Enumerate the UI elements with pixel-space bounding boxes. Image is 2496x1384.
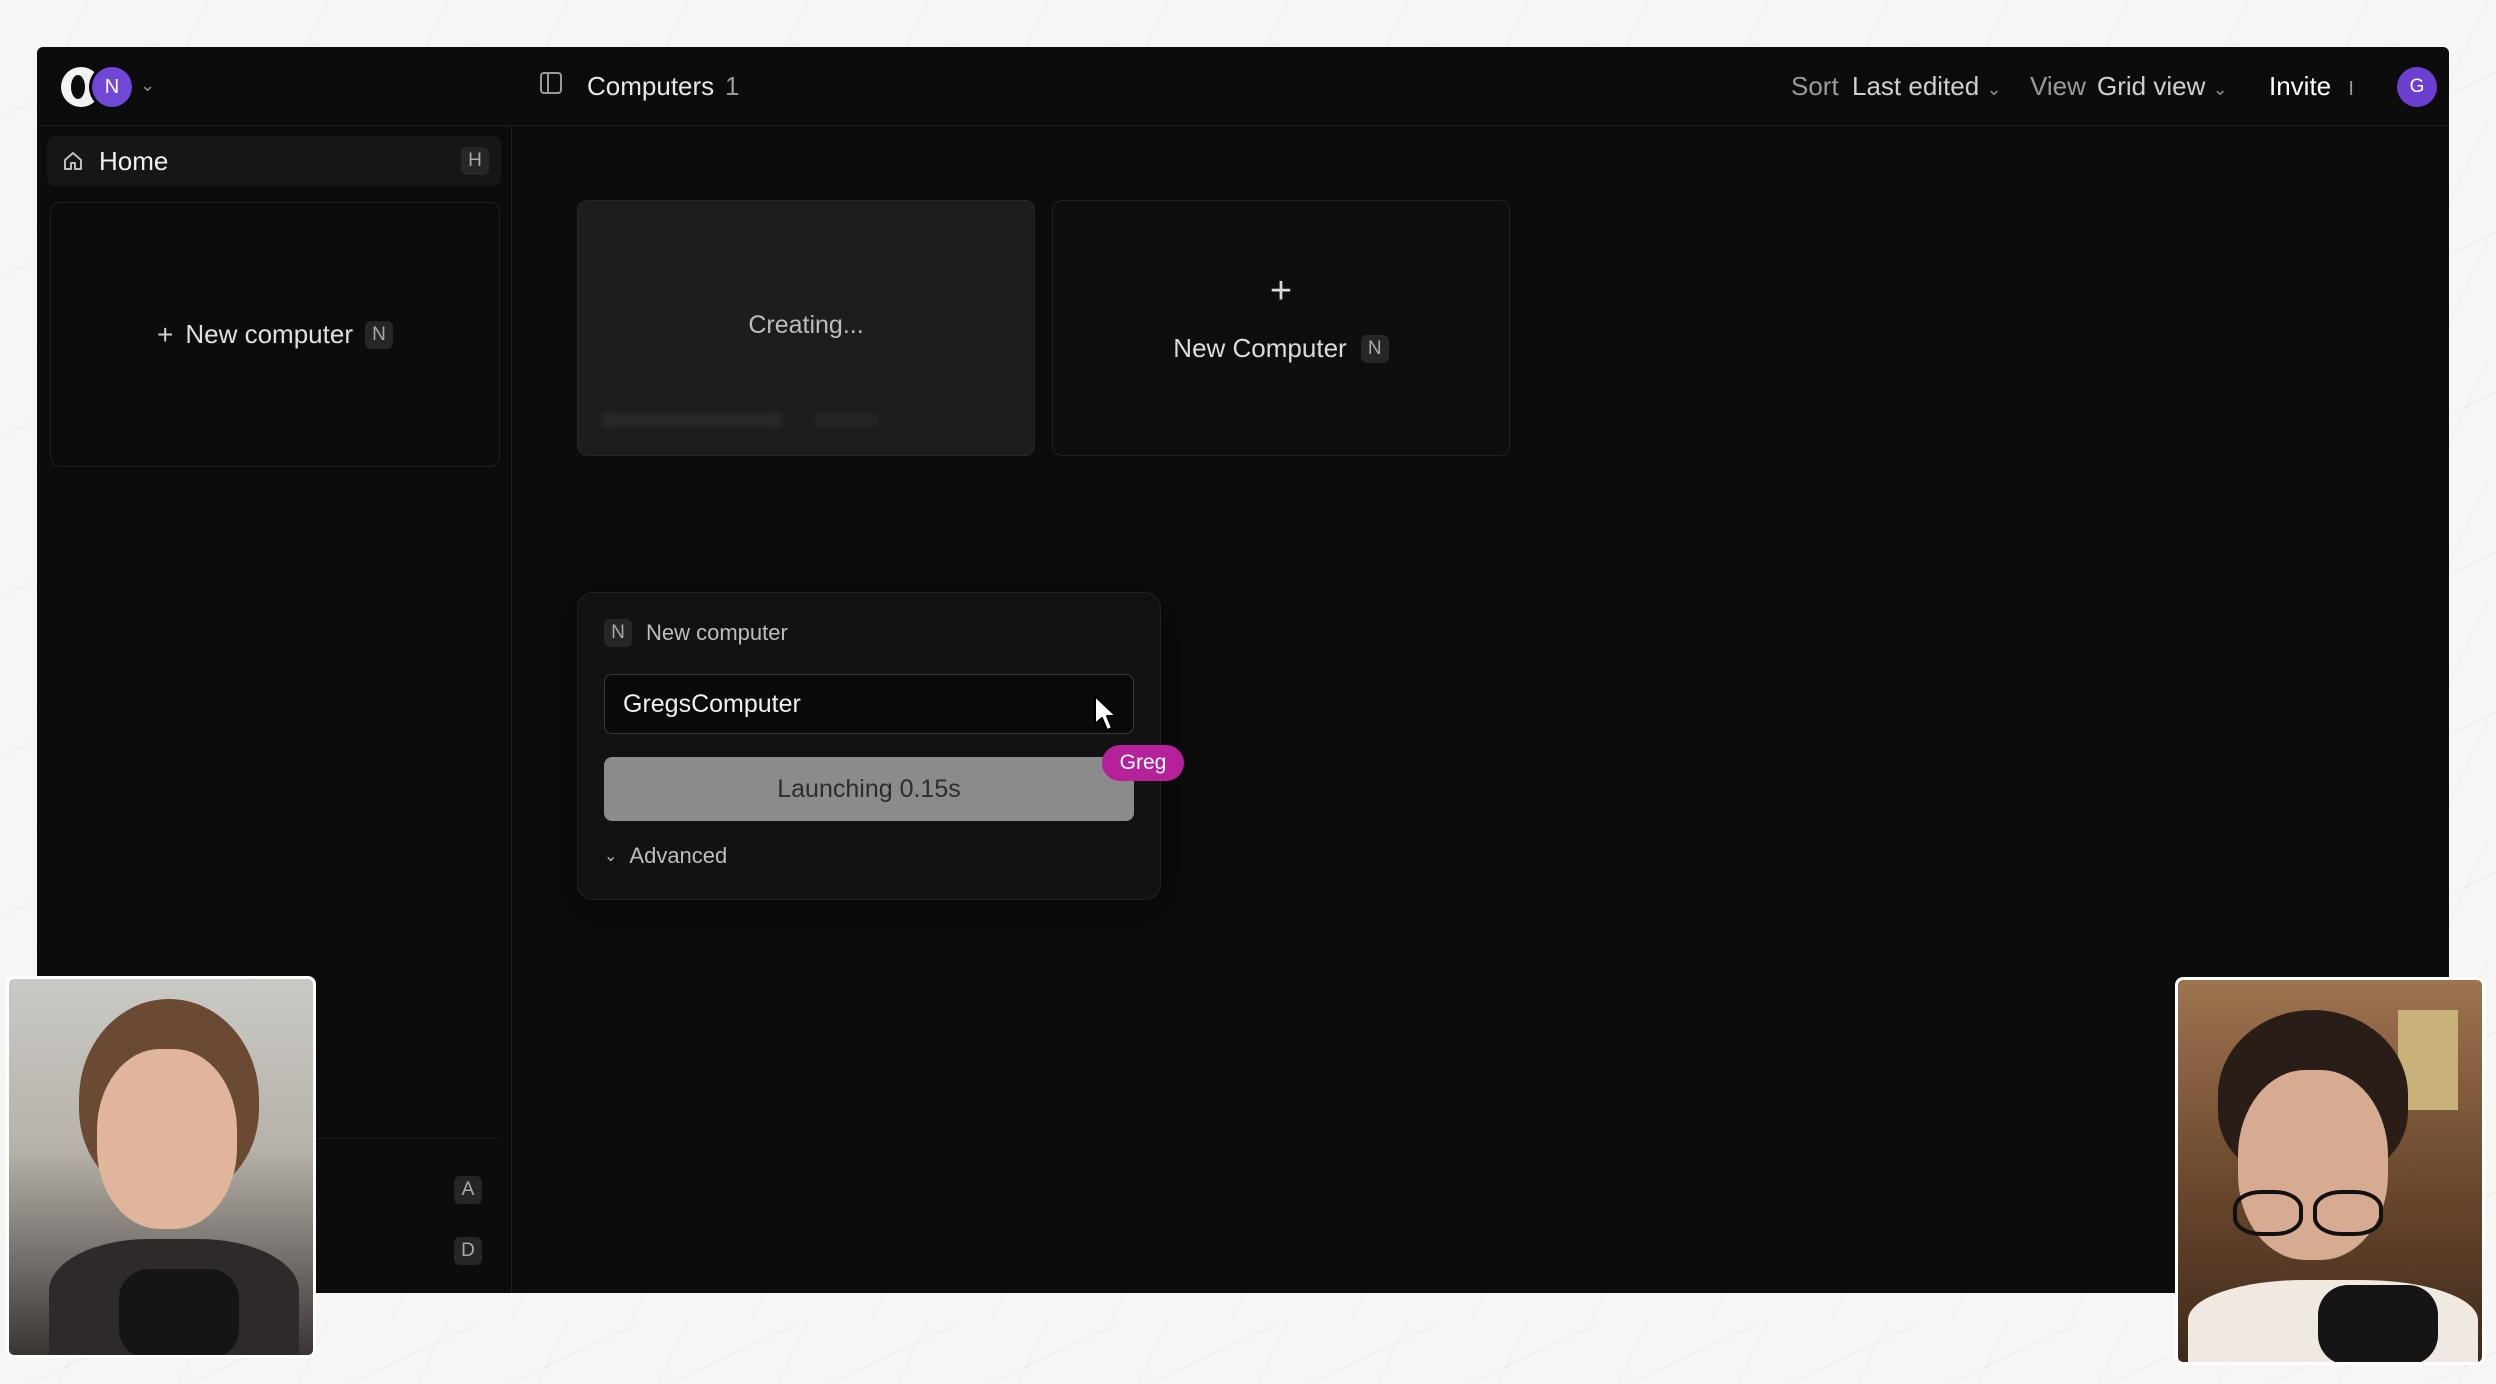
shortcut-badge: D: [454, 1237, 482, 1265]
glasses-icon: [2233, 1190, 2303, 1236]
computer-count: 1: [725, 71, 740, 101]
top-bar: N ⌄ Computers 1 Sort Last edited ⌄ View …: [37, 47, 2449, 126]
user-avatar[interactable]: G: [2397, 67, 2437, 107]
webcam-video-right: [2175, 977, 2485, 1365]
advanced-label: Advanced: [629, 843, 728, 868]
advanced-toggle[interactable]: ⌄ Advanced: [604, 843, 727, 869]
new-computer-button[interactable]: + New computer N: [50, 202, 500, 467]
person-face: [97, 1049, 237, 1229]
plus-icon: +: [1269, 270, 1293, 312]
dialog-title: New computer: [646, 620, 788, 645]
sidebar-toggle-icon[interactable]: [538, 70, 564, 96]
view-value: Grid view: [2097, 71, 2206, 101]
microphone-icon: [2318, 1285, 2438, 1362]
chevron-down-icon: ⌄: [604, 848, 618, 865]
sidebar-item-home[interactable]: Home H: [47, 136, 501, 186]
new-computer-card[interactable]: + New Computer N: [1052, 200, 1510, 456]
collaborator-cursor-tag: Greg: [1102, 745, 1184, 781]
new-computer-dialog: N New computer Launching 0.15s ⌄ Advance…: [577, 592, 1161, 900]
sort-value: Last edited: [1852, 71, 1980, 101]
launch-label: Launching 0.15s: [777, 774, 961, 803]
chevron-down-icon[interactable]: ⌄: [140, 75, 155, 96]
new-card-label: New Computer: [1173, 333, 1347, 363]
org-initial: N: [104, 75, 120, 98]
invite-label: Invite: [2269, 71, 2332, 101]
main-content: Creating... + New Computer N N New compu…: [512, 126, 2449, 1293]
new-computer-label: New computer: [185, 319, 353, 349]
sort-dropdown[interactable]: Last edited ⌄: [1852, 71, 2002, 104]
placeholder-bar: [814, 413, 878, 427]
home-icon: [61, 149, 85, 173]
chevron-down-icon: ⌄: [1986, 79, 2002, 99]
shortcut-badge: A: [454, 1176, 482, 1204]
computer-card-creating[interactable]: Creating...: [577, 200, 1035, 456]
new-card-label-row: New Computer N: [1053, 333, 1509, 364]
invite-button[interactable]: Invite I: [2269, 71, 2354, 104]
new-card-shortcut: N: [1360, 334, 1389, 363]
placeholder-bar: [602, 413, 782, 427]
sidebar-item-label: Home: [99, 145, 169, 176]
view-dropdown[interactable]: Grid view ⌄: [2097, 71, 2228, 104]
page-title: Computers: [587, 71, 715, 101]
sort-label: Sort: [1791, 71, 1839, 101]
collaborator-name: Greg: [1119, 751, 1167, 774]
dialog-header: N New computer: [604, 619, 788, 647]
glasses-icon: [2313, 1190, 2383, 1236]
dialog-shortcut: N: [604, 619, 632, 647]
webcam-video-left: [6, 976, 316, 1358]
new-computer-shortcut: N: [364, 320, 393, 349]
org-avatar[interactable]: N: [92, 67, 132, 107]
launch-button[interactable]: Launching 0.15s: [604, 757, 1134, 821]
user-initial: G: [2409, 76, 2425, 97]
chevron-down-icon: ⌄: [2212, 79, 2228, 99]
creating-status: Creating...: [748, 311, 864, 339]
plus-icon: +: [157, 318, 174, 350]
app-window: N ⌄ Computers 1 Sort Last edited ⌄ View …: [37, 47, 2449, 1293]
invite-shortcut: I: [2348, 78, 2354, 100]
home-shortcut: H: [461, 147, 489, 175]
computer-name-input[interactable]: [604, 674, 1134, 734]
view-label: View: [2030, 71, 2086, 101]
microphone-icon: [119, 1269, 239, 1355]
